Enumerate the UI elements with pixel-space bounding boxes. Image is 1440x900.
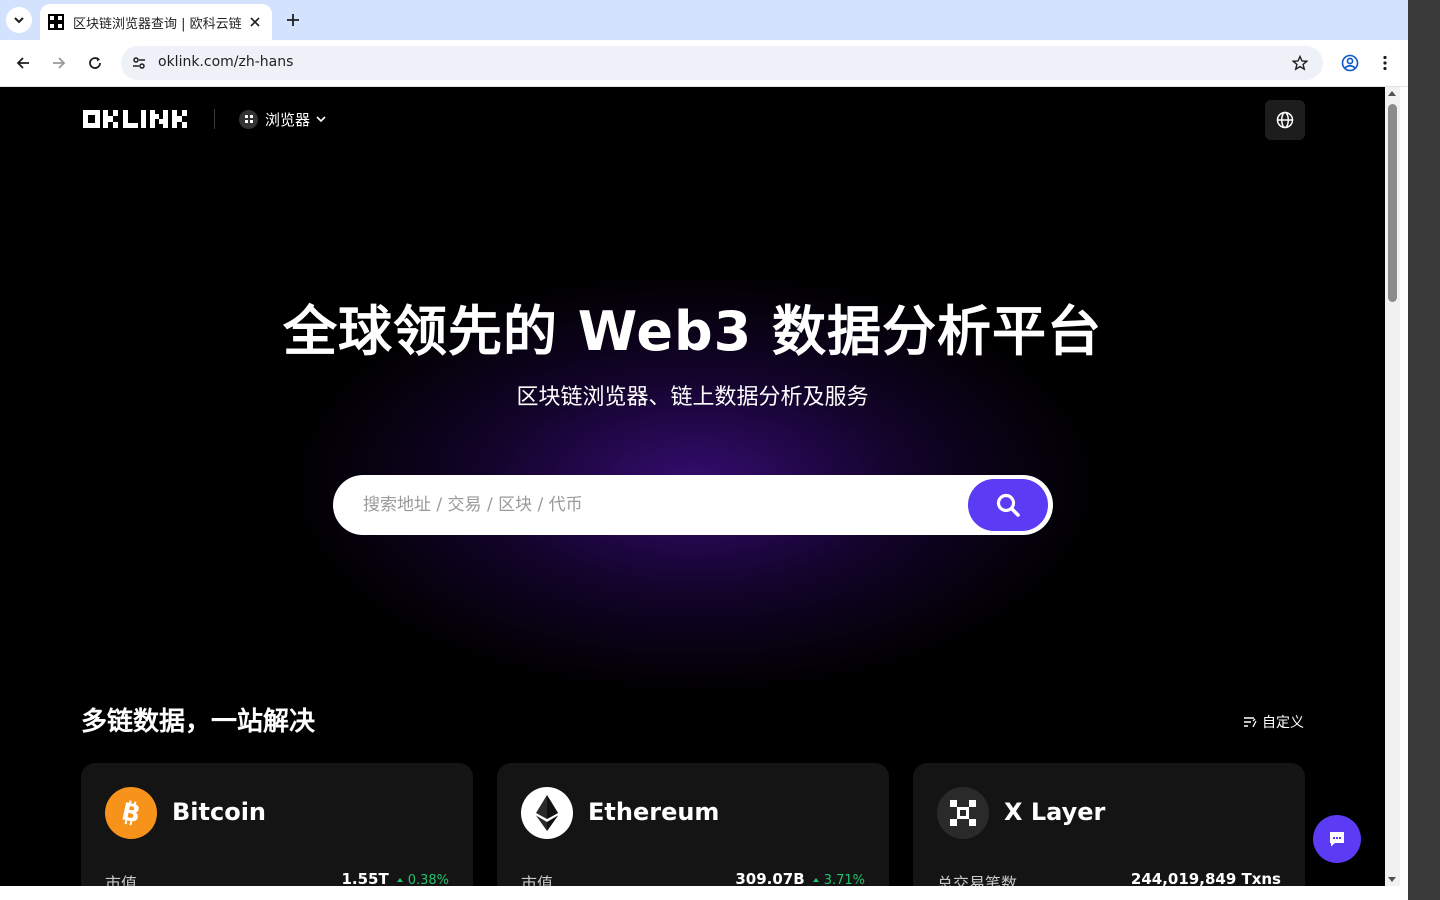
chain-card-bitcoin[interactable]: B Bitcoin 市值 1.55T 0.38% [81,763,473,886]
browser-toolbar: oklink.com/zh-hans [0,40,1408,87]
oklink-favicon-icon [48,14,64,30]
xlayer-icon [937,787,989,839]
section-title: 多链数据，一站解决 [81,707,316,737]
window-edge [1408,0,1440,900]
forward-button[interactable] [46,50,72,76]
chain-name: X Layer [1004,798,1106,826]
oklink-logo[interactable] [83,110,190,128]
chat-support-button[interactable] [1313,815,1361,863]
explorer-label: 浏览器 [265,110,311,129]
page-scrollbar[interactable] [1385,87,1400,886]
hero-glow-background [160,147,1230,707]
bookmark-star-icon[interactable] [1289,52,1311,74]
ethereum-icon [521,787,573,839]
window-bottom-edge [0,886,1408,900]
metric-label: 市值 [521,874,554,886]
metric-value-group: 244,019,849 Txns [1131,870,1281,886]
hero-title: 全球领先的 Web3 数据分析平台 [282,300,1103,363]
active-tab[interactable]: 区块链浏览器查询 | 欧科云链 [40,4,272,40]
reload-button[interactable] [82,50,108,76]
metric-value: 244,019,849 Txns [1130,870,1281,886]
search-input[interactable] [363,489,963,521]
tab-search-button[interactable] [6,7,32,33]
chat-icon [1330,832,1344,847]
profile-icon[interactable] [1337,50,1363,76]
search-button[interactable] [968,479,1048,531]
metric-value-group: 1.55T 0.38% [341,870,449,886]
plus-icon [287,14,299,26]
site-header: 浏览器 [0,87,1385,151]
globe-icon [1276,111,1294,129]
chain-name: Ethereum [588,798,720,826]
search-icon [996,493,1020,517]
hero-subtitle: 区块链浏览器、链上数据分析及服务 [516,385,869,410]
sort-icon [1244,717,1257,728]
chevron-down-icon [14,17,24,24]
search-box [333,475,1053,535]
apps-grid-icon [239,109,258,129]
header-divider [214,109,215,129]
metric-change: 3.71% [813,873,865,886]
browser-tab-bar: 区块链浏览器查询 | 欧科云链 [0,0,1408,40]
chevron-down-icon [316,116,326,123]
chain-card-xlayer[interactable]: X Layer 总交易笔数 244,019,849 Txns [913,763,1305,886]
page-viewport: 浏览器 全球领先的 Web3 数据分析平台 区块链浏览器、链上数据分析及服务 多… [0,87,1385,886]
metric-value-group: 309.07B 3.71% [735,870,865,886]
metric-value: 1.55T [341,870,389,886]
browser-menu-icon[interactable] [1373,50,1397,76]
close-tab-icon[interactable] [246,13,264,31]
arrow-right-icon [53,57,66,69]
customize-label: 自定义 [1262,715,1304,731]
arrow-left-icon [16,57,29,69]
address-bar[interactable]: oklink.com/zh-hans [121,46,1323,80]
bitcoin-icon: B [105,787,157,839]
scroll-down-arrow-icon[interactable] [1388,877,1396,882]
customize-button[interactable]: 自定义 [1243,712,1304,732]
chain-name: Bitcoin [172,798,267,826]
scroll-thumb[interactable] [1388,104,1397,302]
tab-title: 区块链浏览器查询 | 欧科云链 [73,16,242,32]
metric-label: 总交易笔数 [937,874,1018,886]
reload-icon [89,57,101,69]
metric-change: 0.38% [397,873,449,886]
chain-card-ethereum[interactable]: Ethereum 市值 309.07B 3.71% [497,763,889,886]
url-text[interactable]: oklink.com/zh-hans [158,54,293,70]
explorer-dropdown[interactable]: 浏览器 [239,107,327,131]
new-tab-button[interactable] [281,8,305,32]
language-button[interactable] [1265,100,1305,140]
scroll-up-arrow-icon[interactable] [1388,91,1396,96]
metric-label: 市值 [105,874,138,886]
back-button[interactable] [10,50,36,76]
metric-value: 309.07B [735,870,805,886]
site-info-icon[interactable] [127,51,151,75]
